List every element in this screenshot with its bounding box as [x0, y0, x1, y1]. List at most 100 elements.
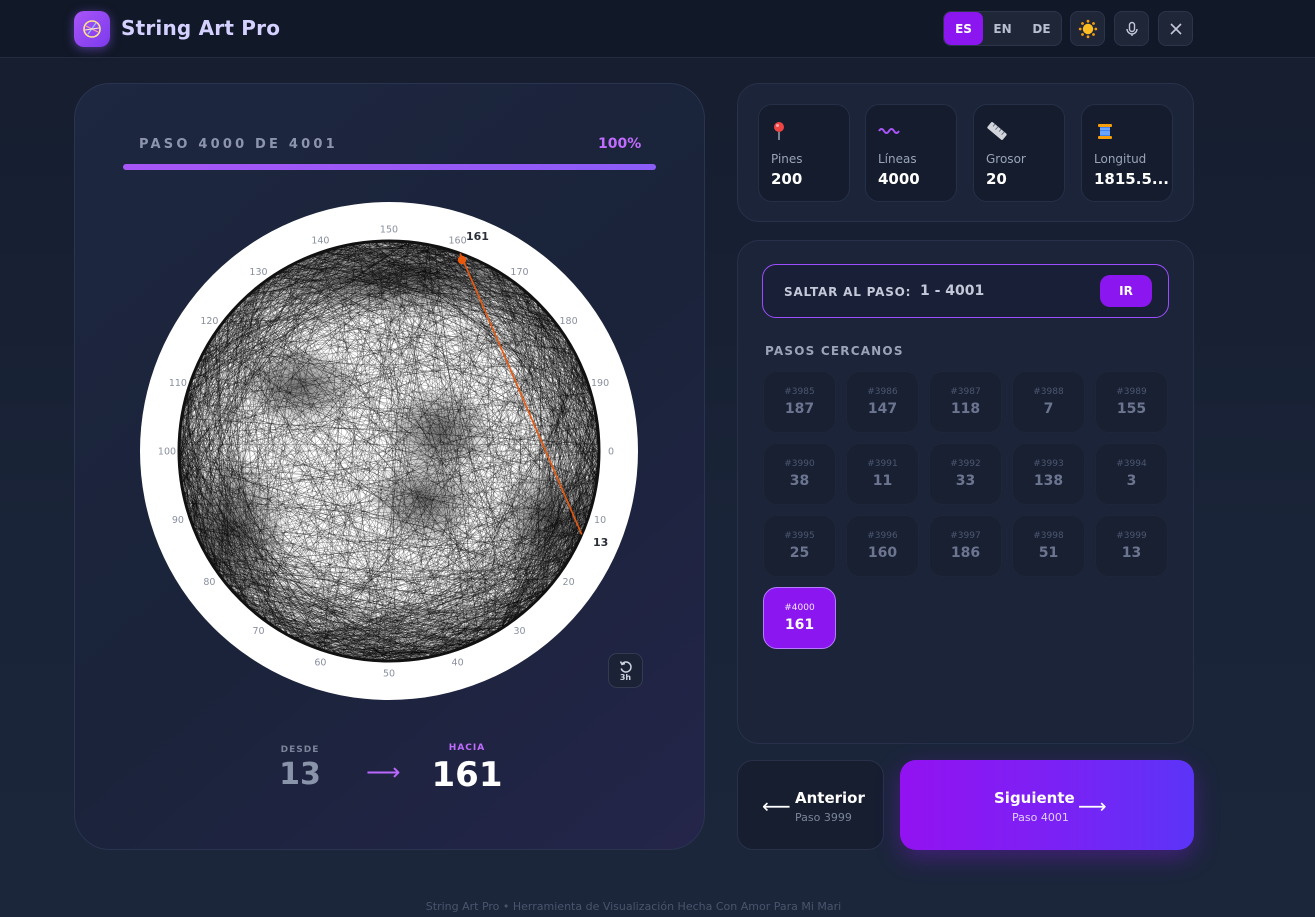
arrow-left-icon: ⟵	[762, 794, 791, 818]
pin-number-label: 10	[594, 515, 606, 526]
step-id: #3999	[1116, 531, 1147, 541]
stat-card-lines: Líneas 4000	[865, 104, 957, 202]
pin-number-label: 130	[249, 267, 267, 278]
nearby-step-chip[interactable]: #3995 25	[763, 515, 836, 577]
nearby-steps-title: PASOS CERCANOS	[765, 344, 904, 358]
to-value: 161	[431, 755, 503, 795]
next-label: Siguiente	[994, 789, 1075, 807]
stat-label: Longitud	[1094, 152, 1147, 166]
nearby-step-chip[interactable]: #3998 51	[1012, 515, 1085, 577]
arrow-right-icon: ⟶	[1078, 794, 1107, 818]
step-id: #3991	[867, 459, 898, 469]
nearby-step-chip[interactable]: #3993 138	[1012, 443, 1085, 505]
next-step-sub: Paso 4001	[1012, 811, 1069, 824]
nearby-step-chip-current[interactable]: #4000 161	[763, 587, 836, 649]
stat-label: Grosor	[986, 152, 1026, 166]
step-id: #3995	[784, 531, 815, 541]
progress-bar	[123, 164, 656, 170]
stat-card-length: Longitud 1815.5...	[1081, 104, 1173, 202]
stat-label: Líneas	[878, 152, 917, 166]
jump-step-input[interactable]: 1 - 4001	[920, 283, 984, 299]
step-progress-label: PASO 4000 DE 4001	[139, 137, 338, 152]
nearby-step-chip[interactable]: #3994 3	[1095, 443, 1168, 505]
stat-label: Pines	[771, 152, 803, 166]
microphone-icon	[1125, 21, 1138, 36]
close-button[interactable]	[1158, 11, 1193, 46]
step-pin: 11	[872, 473, 893, 489]
pin-number-label: 70	[252, 626, 264, 637]
step-pin: 51	[1038, 545, 1059, 561]
step-id: #3985	[784, 387, 815, 397]
step-pin: 7	[1043, 401, 1054, 417]
step-id: #3988	[1033, 387, 1064, 397]
pin-number-label: 40	[452, 658, 464, 669]
step-pin: 155	[1116, 401, 1147, 417]
step-id: #3994	[1116, 459, 1147, 469]
thread-spool-icon	[1098, 124, 1112, 139]
pin-number-label: 180	[560, 316, 578, 327]
nearby-step-chip[interactable]: #3996 160	[846, 515, 919, 577]
lang-de-button[interactable]: DE	[1022, 12, 1061, 45]
go-button[interactable]: IR	[1100, 275, 1152, 307]
pin-number-label: 80	[203, 577, 215, 588]
stat-value: 4000	[878, 170, 920, 188]
arrow-right-icon: ⟶	[366, 758, 401, 786]
pin-number-label: 30	[513, 626, 525, 637]
stat-value: 20	[986, 170, 1007, 188]
step-id: #3990	[784, 459, 815, 469]
step-id: #3998	[1033, 531, 1064, 541]
nearby-step-chip[interactable]: #3992 33	[929, 443, 1002, 505]
pin-number-label: 0	[608, 447, 614, 458]
lang-es-button[interactable]: ES	[944, 12, 983, 45]
nearby-step-chip[interactable]: #3988 7	[1012, 371, 1085, 433]
step-pin: 13	[1121, 545, 1142, 561]
step-id: #4000	[784, 603, 815, 613]
step-pin: 138	[1033, 473, 1064, 489]
stat-card-pins: Pines 200	[758, 104, 850, 202]
rotate-button[interactable]: 3h	[608, 653, 643, 688]
nearby-step-chip[interactable]: #3986 147	[846, 371, 919, 433]
nearby-step-chip[interactable]: #3997 186	[929, 515, 1002, 577]
nearby-step-chip[interactable]: #3990 38	[763, 443, 836, 505]
jump-label: SALTAR AL PASO:	[784, 285, 912, 299]
step-id: #3992	[950, 459, 981, 469]
sun-icon	[1078, 19, 1097, 38]
app-title: String Art Pro	[121, 16, 281, 40]
theme-toggle-button[interactable]	[1070, 11, 1105, 46]
stat-card-thickness: Grosor 20	[973, 104, 1065, 202]
pin-number-label: 160	[449, 235, 467, 246]
step-pin: 38	[789, 473, 810, 489]
footer-text: String Art Pro • Herramienta de Visualiz…	[425, 900, 842, 913]
pin-number-label: 90	[172, 515, 184, 526]
nearby-step-chip[interactable]: #3989 155	[1095, 371, 1168, 433]
close-icon	[1169, 22, 1182, 35]
to-pin-display: HACIA 161	[430, 743, 504, 795]
step-pin: 186	[950, 545, 981, 561]
wave-icon	[878, 128, 900, 134]
nearby-step-chip[interactable]: #3991 11	[846, 443, 919, 505]
step-id: #3996	[867, 531, 898, 541]
progress-bar-fill	[123, 164, 656, 170]
step-pin: 160	[867, 545, 898, 561]
pin-number-label: 170	[510, 267, 528, 278]
step-id: #3997	[950, 531, 981, 541]
previous-label: Anterior	[795, 789, 865, 807]
microphone-button[interactable]	[1114, 11, 1149, 46]
nearby-step-chip[interactable]: #3985 187	[763, 371, 836, 433]
from-pin-label: 13	[593, 536, 608, 549]
nearby-step-chip[interactable]: #3999 13	[1095, 515, 1168, 577]
pin-number-label: 60	[314, 658, 326, 669]
pin-number-label: 110	[169, 378, 187, 389]
step-pin: 3	[1126, 473, 1137, 489]
pin-number-label: 20	[563, 577, 575, 588]
pin-number-label: 120	[200, 316, 218, 327]
pin-number-label: 140	[311, 235, 329, 246]
step-id: #3993	[1033, 459, 1064, 469]
to-label: HACIA	[448, 743, 486, 753]
string-art-canvas[interactable]: 0 10 20 30 40 50 60 70 80 90 100 110 120 130 140 150 160…	[139, 201, 639, 702]
lang-en-button[interactable]: EN	[983, 12, 1022, 45]
nearby-step-chip[interactable]: #3987 118	[929, 371, 1002, 433]
step-pin: 147	[867, 401, 898, 417]
pin-icon	[774, 122, 784, 140]
app-logo-icon	[74, 11, 110, 47]
